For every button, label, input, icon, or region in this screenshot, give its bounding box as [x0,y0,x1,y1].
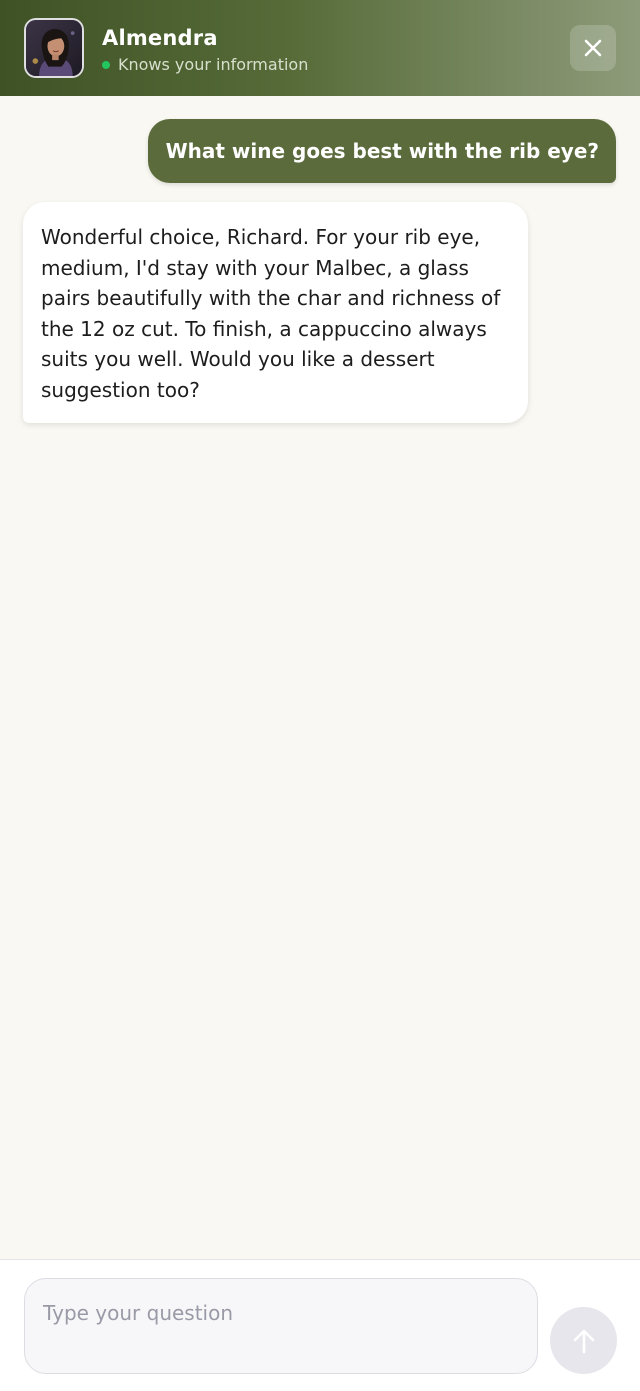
status-text: Knows your information [118,55,309,74]
assistant-message: Wonderful choice, Richard. For your rib … [23,202,528,423]
status-dot-icon [102,60,110,69]
assistant-name: Almendra [102,26,218,50]
avatar-portrait-icon [26,20,82,76]
chat-header: Almendra Knows your information [0,0,640,96]
status-line: Knows your information [102,55,308,74]
close-icon [584,39,602,57]
user-message: What wine goes best with the rib eye? [147,119,616,183]
send-button[interactable] [550,1307,617,1374]
arrow-up-icon [573,1329,594,1353]
chat-app: Almendra Knows your information What win… [0,0,640,1391]
avatar [24,18,84,78]
close-button[interactable] [570,25,616,71]
question-input[interactable] [24,1278,538,1374]
composer [0,1259,640,1391]
